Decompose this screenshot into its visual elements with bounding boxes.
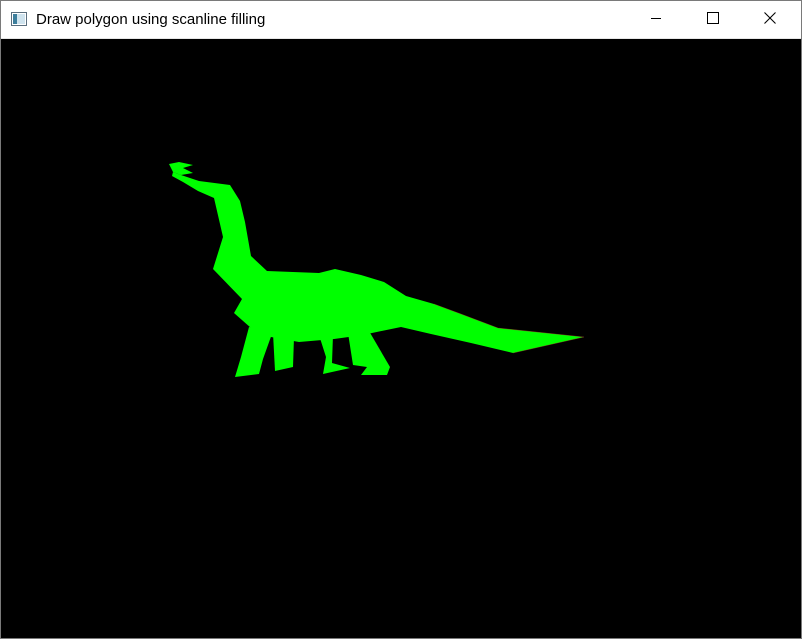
window-title: Draw polygon using scanline filling bbox=[36, 11, 266, 28]
dinosaur-hind-leg-polygon bbox=[319, 335, 350, 374]
drawing-canvas[interactable] bbox=[1, 39, 801, 638]
app-window: Draw polygon using scanline filling bbox=[0, 0, 802, 639]
maximize-icon bbox=[707, 11, 719, 29]
dinosaur-front-leg-2-polygon bbox=[273, 333, 294, 371]
close-icon bbox=[764, 11, 776, 29]
dinosaur-head-polygon bbox=[169, 162, 193, 175]
maximize-button[interactable] bbox=[690, 1, 736, 38]
dinosaur-hind-leg-2-polygon bbox=[348, 331, 390, 375]
dinosaur-front-leg-polygon bbox=[235, 327, 273, 377]
app-window-icon bbox=[11, 12, 27, 26]
close-button[interactable] bbox=[747, 1, 793, 38]
title-bar[interactable]: Draw polygon using scanline filling bbox=[1, 1, 801, 39]
minimize-button[interactable] bbox=[633, 1, 679, 38]
minimize-icon bbox=[650, 11, 662, 29]
canvas-svg bbox=[169, 162, 585, 377]
dinosaur-body-polygon bbox=[172, 172, 584, 353]
